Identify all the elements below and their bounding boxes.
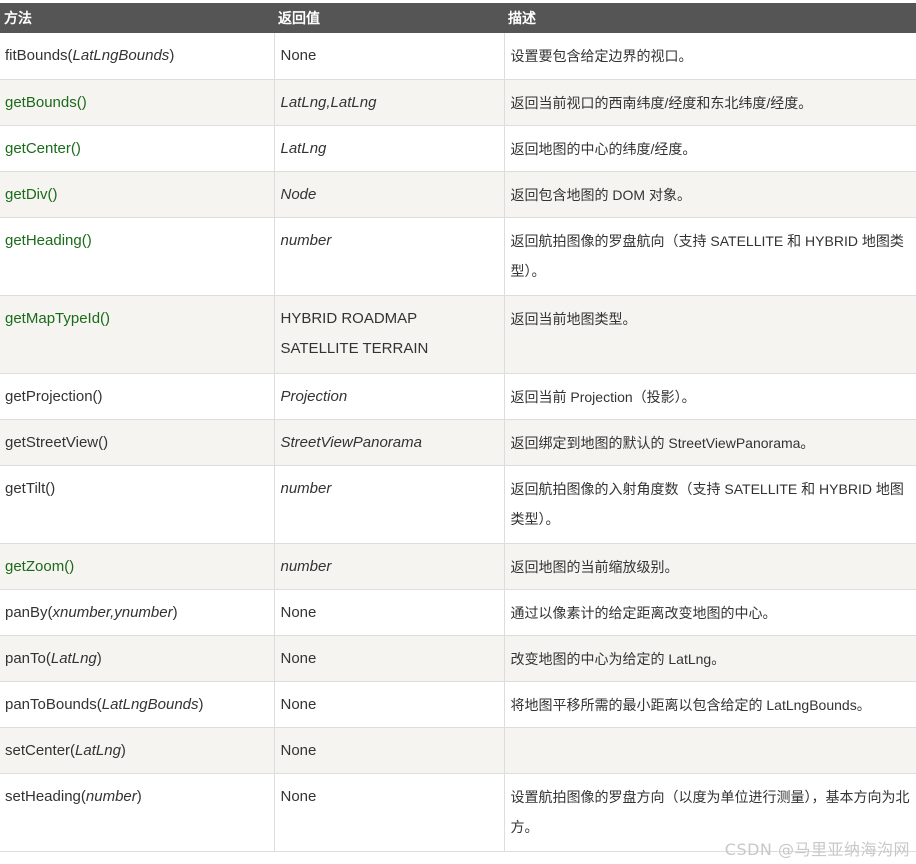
return-value-cell: number [274, 543, 505, 590]
return-value-cell: None [274, 681, 505, 728]
watermark: CSDN @马里亚纳海沟网 [724, 840, 910, 859]
table-row: getTilt() number 返回航拍图像的入射角度数（支持 SATELLITE… [0, 465, 916, 544]
description-cell: 返回航拍图像的入射角度数（支持 SATELLITE 和 HYBRID 地图类型）… [504, 465, 916, 544]
method-argument: LatLng [50, 649, 97, 667]
method-name[interactable]: getDiv() [5, 186, 58, 203]
method-cell: setHeading(number) [0, 773, 275, 852]
table-row: getCenter() LatLng 返回地图的中心的纬度/经度。 [0, 125, 916, 172]
table-row: getBounds() LatLng,LatLng 返回当前视口的西南纬度/经度和东… [0, 79, 916, 126]
return-value-cell: number [274, 465, 505, 544]
method-cell: panToBounds(LatLngBounds) [0, 681, 275, 728]
method-name: panToBounds( [5, 695, 102, 713]
return-value-cell: None [274, 589, 505, 636]
return-value-cell: LatLng,LatLng [274, 79, 505, 126]
method-cell: getDiv() [0, 171, 275, 218]
return-value-cell: Node [274, 171, 505, 218]
method-name[interactable]: getHeading() [5, 232, 92, 249]
table-row: panTo(LatLng) None 改变地图的中心为给定的 LatLng。 [0, 635, 916, 682]
method-name: fitBounds( [5, 47, 73, 64]
table-row: getHeading() number 返回航拍图像的罗盘航向（支持 SATELLI… [0, 217, 916, 296]
method-cell: setCenter(LatLng) [0, 727, 275, 774]
table-row: getStreetView() StreetViewPanorama 返回绑定到地图… [0, 419, 916, 466]
table-row: getZoom() number 返回地图的当前缩放级别。 [0, 543, 916, 590]
method-name: panTo( [5, 649, 51, 667]
description-cell: 返回地图的中心的纬度/经度。 [504, 125, 916, 172]
description-cell: 返回当前视口的西南纬度/经度和东北纬度/经度。 [504, 79, 916, 126]
method-cell: getTilt() [0, 465, 275, 544]
return-value-cell: number [274, 217, 505, 296]
description-cell: 返回当前地图类型。 [504, 295, 916, 374]
method-cell: getStreetView() [0, 419, 275, 466]
method-name[interactable]: getZoom() [5, 558, 74, 575]
description-cell: 返回当前 Projection（投影）。 [504, 373, 916, 420]
return-value-cell: None [274, 727, 505, 774]
method-close-paren: ) [136, 787, 142, 805]
method-name: getStreetView() [5, 433, 109, 451]
method-argument: number [85, 787, 137, 805]
header-description: 描述 [504, 0, 916, 33]
table-row: panBy(xnumber,ynumber) None 通过以像素计的给定距离改变地… [0, 589, 916, 636]
method-name: setCenter( [5, 741, 76, 759]
table-row: getProjection() Projection 返回当前 Projection… [0, 373, 916, 420]
table-body: fitBounds(LatLngBounds) None 设置要包含给定边界的视口。… [0, 33, 916, 852]
return-value-cell: LatLng [274, 125, 505, 172]
return-value-cell: Projection [274, 373, 505, 420]
method-name: panBy( [5, 603, 53, 621]
method-name[interactable]: getBounds() [5, 94, 87, 111]
method-close-paren: ) [169, 47, 175, 64]
return-value-cell: HYBRID ROADMAP SATELLITE TERRAIN [274, 295, 505, 374]
table-row: getDiv() Node 返回包含地图的 DOM 对象。 [0, 171, 916, 218]
return-value-cell: None [274, 773, 505, 852]
header-method: 方法 [0, 0, 274, 33]
description-cell [504, 727, 916, 774]
method-cell: getMapTypeId() [0, 295, 275, 374]
method-argument: LatLngBounds [101, 695, 199, 713]
method-name: getProjection() [5, 387, 103, 405]
method-close-paren: ) [198, 695, 204, 713]
table-row: panToBounds(LatLngBounds) None 将地图平移所需的最小距… [0, 681, 916, 728]
method-argument: LatLngBounds [72, 47, 170, 64]
method-cell: getHeading() [0, 217, 275, 296]
method-cell: panTo(LatLng) [0, 635, 275, 682]
table-row: setCenter(LatLng) None [0, 727, 916, 774]
return-value-cell: StreetViewPanorama [274, 419, 505, 466]
description-cell: 返回地图的当前缩放级别。 [504, 543, 916, 590]
return-value-cell: None [274, 635, 505, 682]
method-argument: xnumber,ynumber [52, 603, 173, 621]
description-cell: 通过以像素计的给定距离改变地图的中心。 [504, 589, 916, 636]
method-name: getTilt() [5, 479, 56, 497]
method-name[interactable]: getMapTypeId() [5, 310, 110, 327]
method-cell: getProjection() [0, 373, 275, 420]
description-cell: 返回包含地图的 DOM 对象。 [504, 171, 916, 218]
return-value-cell: None [274, 33, 505, 80]
method-close-paren: ) [120, 741, 126, 759]
method-cell: getZoom() [0, 543, 275, 590]
api-methods-table: 方法 返回值 描述 fitBounds(LatLngBounds) None 设置要… [0, 0, 916, 852]
method-argument: LatLng [75, 741, 121, 759]
method-cell: getCenter() [0, 125, 275, 172]
method-close-paren: ) [172, 603, 178, 621]
table-row: getMapTypeId() HYBRID ROADMAP SATELLITE T… [0, 295, 916, 374]
description-cell: 将地图平移所需的最小距离以包含给定的 LatLngBounds。 [504, 681, 916, 728]
description-cell: 返回航拍图像的罗盘航向（支持 SATELLITE 和 HYBRID 地图类型）。 [504, 217, 916, 296]
method-name[interactable]: getCenter() [5, 140, 81, 157]
method-cell: fitBounds(LatLngBounds) [0, 33, 275, 80]
method-cell: getBounds() [0, 79, 275, 126]
method-cell: panBy(xnumber,ynumber) [0, 589, 275, 636]
header-return: 返回值 [274, 0, 504, 33]
table-row: fitBounds(LatLngBounds) None 设置要包含给定边界的视口。 [0, 33, 916, 80]
method-close-paren: ) [96, 649, 102, 667]
description-cell: 改变地图的中心为给定的 LatLng。 [504, 635, 916, 682]
table-header: 方法 返回值 描述 [0, 0, 916, 33]
description-cell: 设置要包含给定边界的视口。 [504, 33, 916, 80]
description-cell: 返回绑定到地图的默认的 StreetViewPanorama。 [504, 419, 916, 466]
method-name: setHeading( [5, 787, 86, 805]
